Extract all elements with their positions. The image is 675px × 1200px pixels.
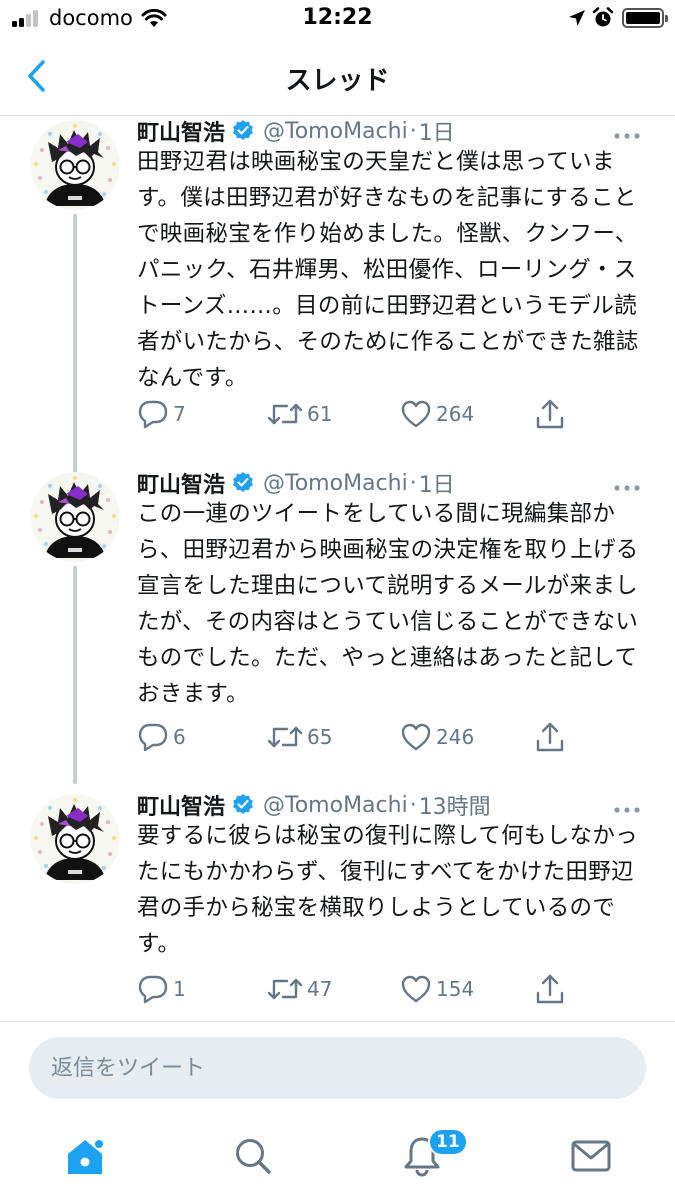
retweet-count: 47 xyxy=(307,977,333,1001)
heart-icon xyxy=(400,974,432,1004)
location-icon xyxy=(568,9,586,31)
tab-bar: 11 xyxy=(0,1113,675,1200)
retweet-button[interactable]: 61 xyxy=(267,397,332,431)
display-name[interactable]: 町山智浩 xyxy=(137,789,225,821)
separator: · xyxy=(409,118,417,144)
tweet-header: 町山智浩 @TomoMachi · 13時間 xyxy=(137,789,491,821)
reply-bar xyxy=(0,1021,675,1113)
reply-button[interactable]: 6 xyxy=(137,720,186,754)
separator: · xyxy=(409,792,417,818)
battery-icon xyxy=(622,8,668,28)
like-count: 246 xyxy=(436,725,475,749)
tweet-header: 町山智浩 @TomoMachi · 1日 xyxy=(137,116,455,147)
like-button[interactable]: 246 xyxy=(400,720,474,754)
mail-icon xyxy=(571,1140,611,1172)
share-icon xyxy=(535,398,565,430)
more-options-icon[interactable] xyxy=(612,478,642,491)
tab-messages[interactable] xyxy=(566,1131,616,1181)
tweet-actions: 6 65 246 xyxy=(137,720,637,754)
separator: · xyxy=(409,470,417,496)
retweet-count: 61 xyxy=(307,402,333,426)
reply-count: 1 xyxy=(173,977,186,1001)
verified-icon xyxy=(231,471,255,495)
heart-icon xyxy=(400,399,432,429)
tweet-header: 町山智浩 @TomoMachi · 1日 xyxy=(137,467,455,499)
reply-input[interactable] xyxy=(29,1037,646,1099)
retweet-button[interactable]: 65 xyxy=(267,720,332,754)
avatar-illustration xyxy=(30,472,120,562)
like-count: 264 xyxy=(436,402,475,426)
avatar-illustration xyxy=(30,794,120,884)
tab-search[interactable] xyxy=(228,1131,278,1181)
page-title: スレッド xyxy=(285,66,390,96)
notification-badge: 11 xyxy=(428,1128,468,1156)
more-options-icon[interactable] xyxy=(612,800,642,813)
tweet-time[interactable]: 1日 xyxy=(419,467,455,499)
like-button[interactable]: 264 xyxy=(400,397,474,431)
more-options-icon[interactable] xyxy=(612,126,642,139)
tweet-text: 田野辺君は映画秘宝の天皇だと僕は思っています。僕は田野辺君が好きなものを記事にす… xyxy=(137,149,639,391)
tweet-time[interactable]: 13時間 xyxy=(419,789,491,821)
home-icon xyxy=(68,1140,103,1174)
share-icon xyxy=(535,973,565,1005)
reply-count: 7 xyxy=(173,402,186,426)
display-name[interactable]: 町山智浩 xyxy=(137,116,225,147)
avatar[interactable] xyxy=(30,794,120,884)
reply-button[interactable]: 1 xyxy=(137,972,186,1006)
comment-icon xyxy=(137,722,169,752)
tab-home[interactable] xyxy=(60,1131,110,1181)
tweet-time[interactable]: 1日 xyxy=(419,116,455,147)
share-button[interactable] xyxy=(535,972,565,1006)
comment-icon xyxy=(137,399,169,429)
comment-icon xyxy=(137,974,169,1004)
verified-icon xyxy=(231,793,255,817)
search-icon xyxy=(236,1139,271,1174)
avatar-illustration xyxy=(30,120,120,210)
like-button[interactable]: 154 xyxy=(400,972,474,1006)
retweet-icon xyxy=(267,974,303,1004)
tweet-actions: 7 61 264 xyxy=(137,397,637,431)
share-icon xyxy=(535,721,565,753)
verified-icon xyxy=(231,119,255,143)
reply-count: 6 xyxy=(173,725,186,749)
user-handle[interactable]: @TomoMachi xyxy=(263,119,408,144)
user-handle[interactable]: @TomoMachi xyxy=(263,471,408,496)
nav-header: スレッド xyxy=(0,40,675,116)
retweet-button[interactable]: 47 xyxy=(267,972,332,1006)
share-button[interactable] xyxy=(535,397,565,431)
thread-connector xyxy=(73,566,77,784)
tweet-text: 要するに彼らは秘宝の復刊に際して何もしなかったにもかかわらず、復刊にすべてをかけ… xyxy=(137,823,638,957)
heart-icon xyxy=(400,722,432,752)
avatar[interactable] xyxy=(30,120,120,210)
retweet-icon xyxy=(267,722,303,752)
alarm-icon xyxy=(592,7,614,33)
status-bar: docomo 12:22 xyxy=(0,0,675,40)
retweet-icon xyxy=(267,399,303,429)
display-name[interactable]: 町山智浩 xyxy=(137,467,225,499)
thread: 町山智浩 @TomoMachi · 1日 田野辺君は映画秘宝の天皇だと僕は思って… xyxy=(0,116,675,1021)
retweet-count: 65 xyxy=(307,725,333,749)
like-count: 154 xyxy=(436,977,475,1001)
user-handle[interactable]: @TomoMachi xyxy=(263,793,408,818)
tweet-text: この一連のツイートをしている間に現編集部から、田野辺君から映画秘宝の決定権を取り… xyxy=(137,501,639,707)
tweet-actions: 1 47 154 xyxy=(137,972,637,1006)
share-button[interactable] xyxy=(535,720,565,754)
reply-button[interactable]: 7 xyxy=(137,397,186,431)
avatar[interactable] xyxy=(30,472,120,562)
